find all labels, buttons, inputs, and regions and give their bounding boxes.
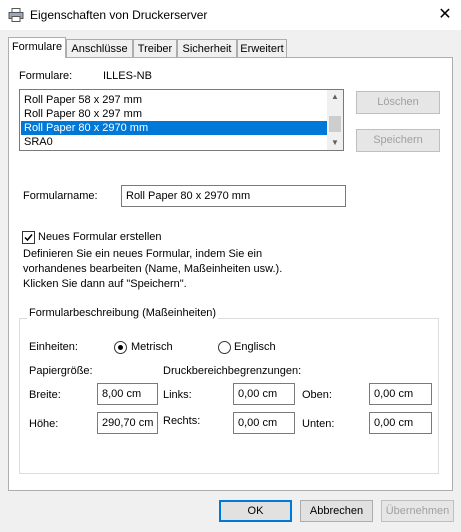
forms-listbox[interactable]: Roll Paper 58 x 297 mm Roll Paper 80 x 2… xyxy=(19,89,344,151)
bottom-label: Unten: xyxy=(302,418,335,430)
forms-label: Formulare: xyxy=(19,70,73,82)
checkmark-icon xyxy=(24,234,33,242)
new-form-checkbox[interactable] xyxy=(22,231,35,244)
right-input[interactable]: 0,00 cm xyxy=(233,412,295,434)
left-label: Links: xyxy=(163,389,192,401)
new-form-desc-line3: Klicken Sie dann auf "Speichern". xyxy=(23,278,187,290)
form-name-label: Formularname: xyxy=(23,190,98,202)
server-name: ILLES-NB xyxy=(103,70,152,82)
listbox-scrollbar[interactable]: ▲ ▼ xyxy=(327,90,343,150)
save-button[interactable]: Speichern xyxy=(356,129,440,152)
paper-size-label: Papiergröße: xyxy=(29,365,93,377)
new-form-label: Neues Formular erstellen xyxy=(38,231,162,243)
scrollbar-thumb[interactable] xyxy=(329,116,341,132)
metric-radio[interactable] xyxy=(114,341,127,354)
tab-label: Sicherheit xyxy=(182,43,232,55)
left-input[interactable]: 0,00 cm xyxy=(233,383,295,405)
height-input[interactable]: 290,70 cm xyxy=(97,412,158,434)
top-label: Oben: xyxy=(302,389,332,401)
form-name-input[interactable]: Roll Paper 80 x 2970 mm xyxy=(121,185,346,207)
tab-sicherheit[interactable]: Sicherheit xyxy=(177,39,237,57)
tab-anschluesse[interactable]: Anschlüsse xyxy=(66,39,133,57)
tab-treiber[interactable]: Treiber xyxy=(133,39,177,57)
printer-icon xyxy=(8,8,24,22)
radio-dot-icon xyxy=(118,345,123,350)
tab-label: Anschlüsse xyxy=(71,43,128,55)
units-label: Einheiten: xyxy=(29,341,78,353)
list-item[interactable]: SRA0 xyxy=(21,135,328,149)
cancel-button[interactable]: Abbrechen xyxy=(300,500,373,522)
tab-formulare[interactable]: Formulare xyxy=(8,37,66,58)
height-label: Höhe: xyxy=(29,418,59,430)
bottom-input[interactable]: 0,00 cm xyxy=(369,412,432,434)
print-area-label: Druckbereichbegrenzungen: xyxy=(163,365,302,377)
list-item[interactable]: Roll Paper 80 x 297 mm xyxy=(21,107,328,121)
metric-label: Metrisch xyxy=(131,341,173,353)
group-title: Formularbeschreibung (Maßeinheiten) xyxy=(27,307,219,319)
ok-button[interactable]: OK xyxy=(219,500,292,522)
window-title: Eigenschaften von Druckerserver xyxy=(30,8,208,22)
apply-button[interactable]: Übernehmen xyxy=(381,500,454,522)
chevron-down-icon[interactable]: ▼ xyxy=(327,136,343,150)
tab-label: Treiber xyxy=(137,43,173,55)
tab-label: Erweitert xyxy=(240,43,284,55)
top-input[interactable]: 0,00 cm xyxy=(369,383,432,405)
width-label: Breite: xyxy=(29,389,61,401)
english-radio[interactable] xyxy=(218,341,231,354)
right-label: Rechts: xyxy=(163,415,201,427)
new-form-desc-line1: Definieren Sie ein neues Formular, indem… xyxy=(23,248,263,260)
close-icon[interactable]: ✕ xyxy=(432,3,458,27)
chevron-up-icon[interactable]: ▲ xyxy=(327,90,343,104)
tab-erweitert[interactable]: Erweitert xyxy=(237,39,287,57)
english-label: Englisch xyxy=(234,341,276,353)
width-input[interactable]: 8,00 cm xyxy=(97,383,158,405)
list-item[interactable]: Roll Paper 58 x 297 mm xyxy=(21,93,328,107)
list-item-selected[interactable]: Roll Paper 80 x 2970 mm xyxy=(21,121,328,135)
delete-button[interactable]: Löschen xyxy=(356,91,440,114)
new-form-desc-line2: vorhandenes bearbeiten (Name, Maßeinheit… xyxy=(23,263,283,275)
tab-label: Formulare xyxy=(11,41,63,53)
